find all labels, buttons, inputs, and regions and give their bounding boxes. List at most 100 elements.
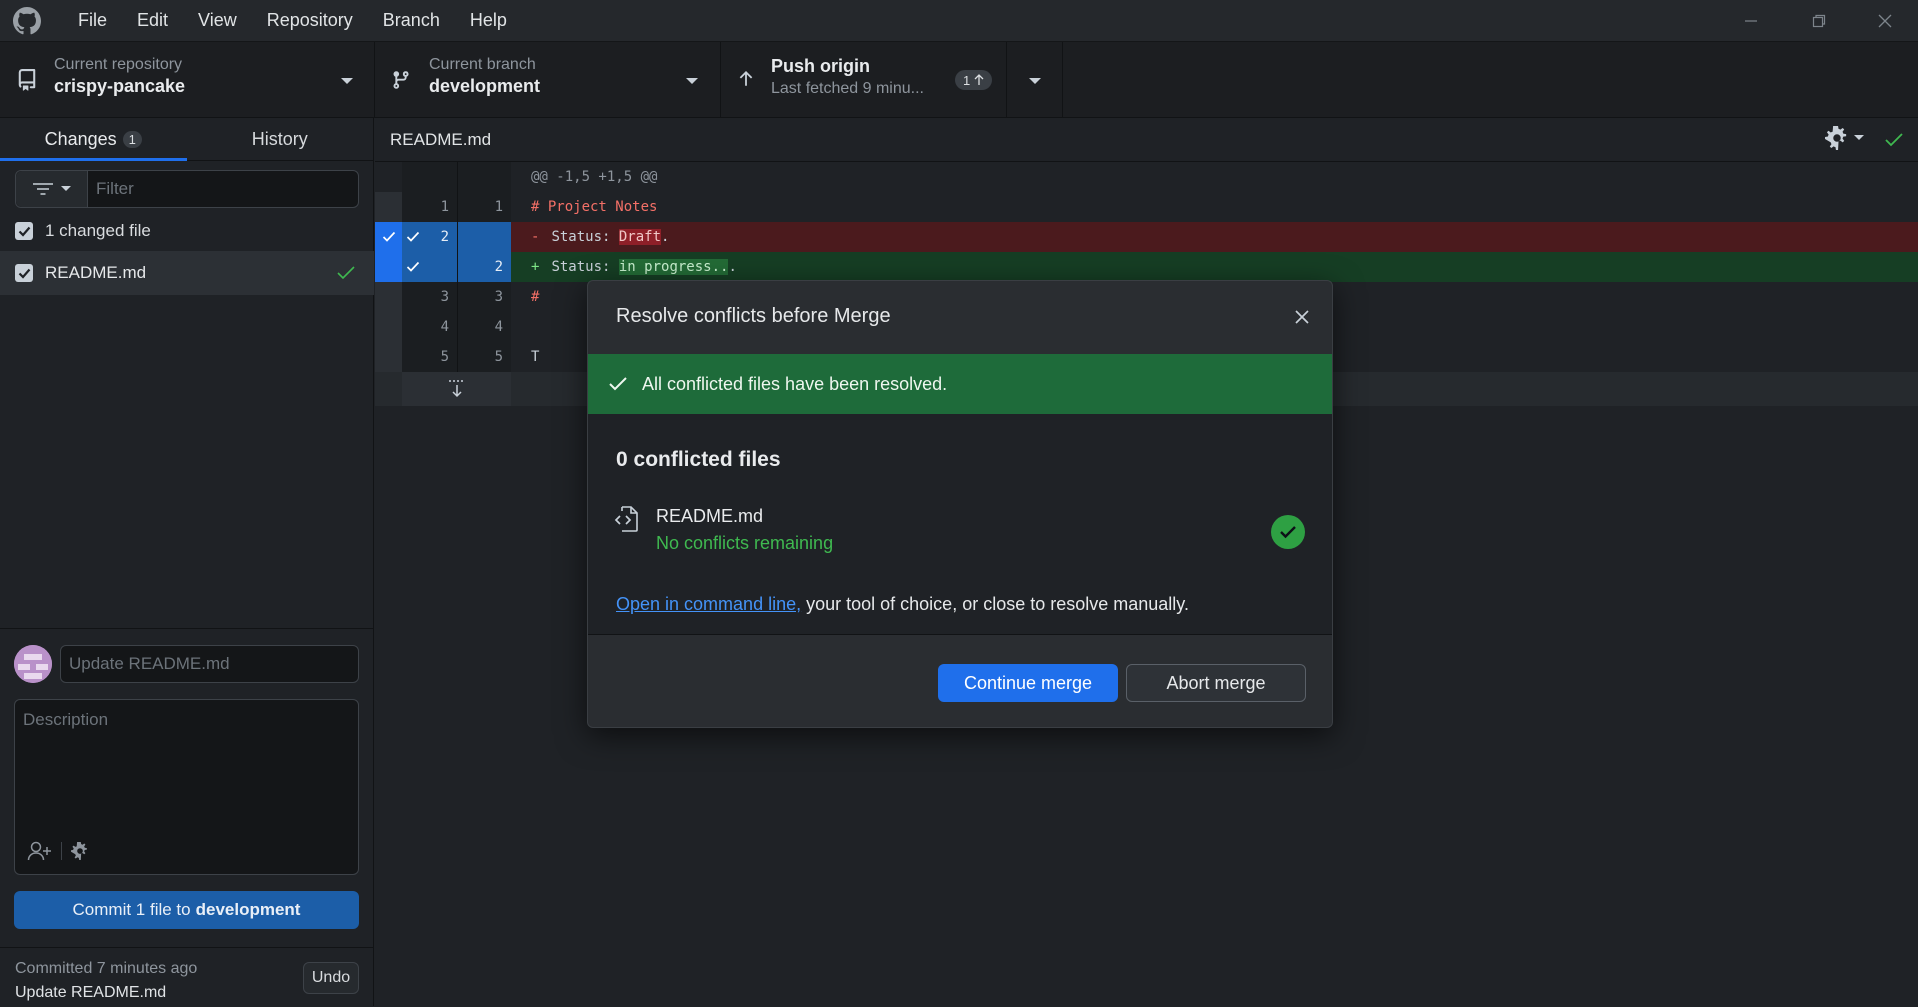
new-line-number: 3: [457, 282, 511, 312]
push-label: Push origin: [771, 56, 870, 76]
diff-options-button[interactable]: [1825, 126, 1865, 150]
check-icon: [406, 231, 420, 242]
divider: [61, 842, 62, 860]
tab-history[interactable]: History: [187, 118, 374, 160]
new-line-number: 2: [457, 252, 511, 282]
old-line-number: 3: [402, 282, 457, 312]
resolved-file-status: No conflicts remaining: [656, 533, 834, 553]
commit-button-branch: development: [195, 900, 301, 919]
line-select-gutter[interactable]: [375, 192, 402, 222]
menu-repository[interactable]: Repository: [252, 0, 368, 42]
menu-help[interactable]: Help: [455, 0, 522, 42]
dialog-body: 0 conflicted files README.md No conflict…: [588, 414, 1332, 634]
chevron-down-icon: [60, 186, 71, 191]
push-origin-button[interactable]: Push origin Last fetched 9 minu... 1: [721, 42, 1007, 118]
close-icon: [1878, 14, 1892, 28]
close-window-button[interactable]: [1852, 0, 1918, 42]
diff-code-text: Status:: [551, 259, 619, 275]
close-icon: [1295, 310, 1309, 324]
line-select-gutter[interactable]: [375, 222, 402, 252]
command-line-hint: Open in command line, your tool of choic…: [616, 594, 1189, 615]
diff-header: README.md: [375, 118, 1918, 162]
diff-line-deleted: 2 - Status: Draft.: [375, 222, 1918, 252]
chevron-down-icon: [1854, 135, 1864, 140]
minimize-button[interactable]: [1718, 0, 1784, 42]
branch-label: Current branch: [429, 56, 536, 73]
tab-changes[interactable]: Changes 1: [0, 118, 187, 161]
dialog-close-button[interactable]: [1288, 303, 1316, 331]
conflicted-files-heading: 0 conflicted files: [616, 448, 781, 471]
tab-history-label: History: [251, 128, 308, 149]
chevron-down-icon: [341, 78, 353, 84]
abort-merge-button[interactable]: Abort merge: [1126, 664, 1306, 702]
line-select-gutter[interactable]: [375, 282, 402, 312]
filter-options-button[interactable]: [16, 171, 88, 207]
open-in-command-line-link[interactable]: Open in command line,: [616, 594, 801, 614]
filter-input[interactable]: [88, 171, 358, 207]
repo-icon: [18, 69, 36, 91]
changes-count-badge: 1: [122, 130, 142, 148]
arrow-up-small-icon: [974, 74, 984, 85]
new-line-number: 1: [457, 192, 511, 222]
repo-name: crispy-pancake: [54, 76, 186, 96]
line-select-gutter[interactable]: [375, 312, 402, 342]
select-all-checkbox[interactable]: [15, 222, 33, 240]
diff-code: # Project Notes: [531, 199, 658, 215]
commit-button[interactable]: Commit 1 file to development: [14, 891, 359, 929]
diff-code-tail: .: [661, 229, 670, 245]
branch-icon: [393, 71, 409, 89]
old-line-number-value: 2: [440, 229, 449, 245]
undo-button[interactable]: Undo: [303, 962, 359, 994]
commit-description-input[interactable]: Description: [14, 699, 359, 875]
gear-icon[interactable]: [71, 842, 89, 860]
last-fetched: Last fetched 9 minu...: [771, 80, 924, 97]
last-commit-panel: Committed 7 minutes ago Update README.md…: [0, 947, 374, 1007]
filter-icon: [32, 183, 53, 195]
diff-resolved-check-icon: [1885, 133, 1903, 147]
select-all-row: 1 changed file: [15, 218, 151, 244]
check-icon: [406, 261, 420, 272]
ahead-count-badge: 1: [955, 70, 993, 90]
line-select-gutter[interactable]: [375, 342, 402, 372]
menu-edit[interactable]: Edit: [122, 0, 183, 42]
diff-code-highlight: in progress..: [618, 259, 729, 275]
resolved-check-icon: [337, 266, 355, 280]
file-checkbox[interactable]: [15, 264, 33, 282]
add-coauthor-icon[interactable]: [27, 840, 53, 862]
success-banner: All conflicted files have been resolved.: [588, 354, 1332, 414]
old-line-number: 4: [402, 312, 457, 342]
continue-merge-button[interactable]: Continue merge: [938, 664, 1118, 702]
diff-line-added: 2 + Status: in progress...: [375, 252, 1918, 282]
sidebar-tabs: Changes 1 History: [0, 118, 373, 161]
commit-summary-input[interactable]: [60, 645, 359, 683]
expand-down-button[interactable]: [402, 372, 511, 406]
check-icon: [18, 268, 30, 279]
old-line-number[interactable]: 2: [402, 222, 457, 252]
arrow-up-icon: [739, 70, 753, 86]
check-circle-icon: [1280, 526, 1296, 539]
push-dropdown-button[interactable]: [1007, 42, 1063, 118]
branch-name: development: [429, 76, 541, 96]
diff-code: T: [531, 349, 540, 365]
repo-label: Current repository: [54, 56, 183, 73]
restore-button[interactable]: [1786, 0, 1852, 42]
diff-code: + Status: in progress...: [511, 259, 737, 275]
diff-code-highlight: Draft: [618, 229, 662, 245]
menu-file[interactable]: File: [63, 0, 122, 42]
last-commit-time: Committed 7 minutes ago: [15, 960, 198, 977]
changed-file-row[interactable]: README.md: [0, 251, 374, 295]
dialog-footer: Continue merge Abort merge: [588, 634, 1332, 727]
chevron-down-icon: [1029, 78, 1041, 84]
avatar: [14, 645, 52, 683]
menu-view[interactable]: View: [183, 0, 252, 42]
diff-code: #: [531, 289, 540, 305]
branch-selector[interactable]: Current branch development: [375, 42, 721, 118]
commit-button-label: Commit 1 file to: [72, 900, 191, 919]
repository-selector[interactable]: Current repository crispy-pancake: [0, 42, 375, 118]
gear-icon: [1825, 126, 1847, 150]
menu-branch[interactable]: Branch: [368, 0, 455, 42]
changed-files-count: 1 changed file: [45, 221, 151, 240]
line-select-gutter[interactable]: [375, 252, 402, 282]
old-line-number[interactable]: [402, 252, 457, 282]
success-banner-text: All conflicted files have been resolved.: [642, 373, 948, 394]
